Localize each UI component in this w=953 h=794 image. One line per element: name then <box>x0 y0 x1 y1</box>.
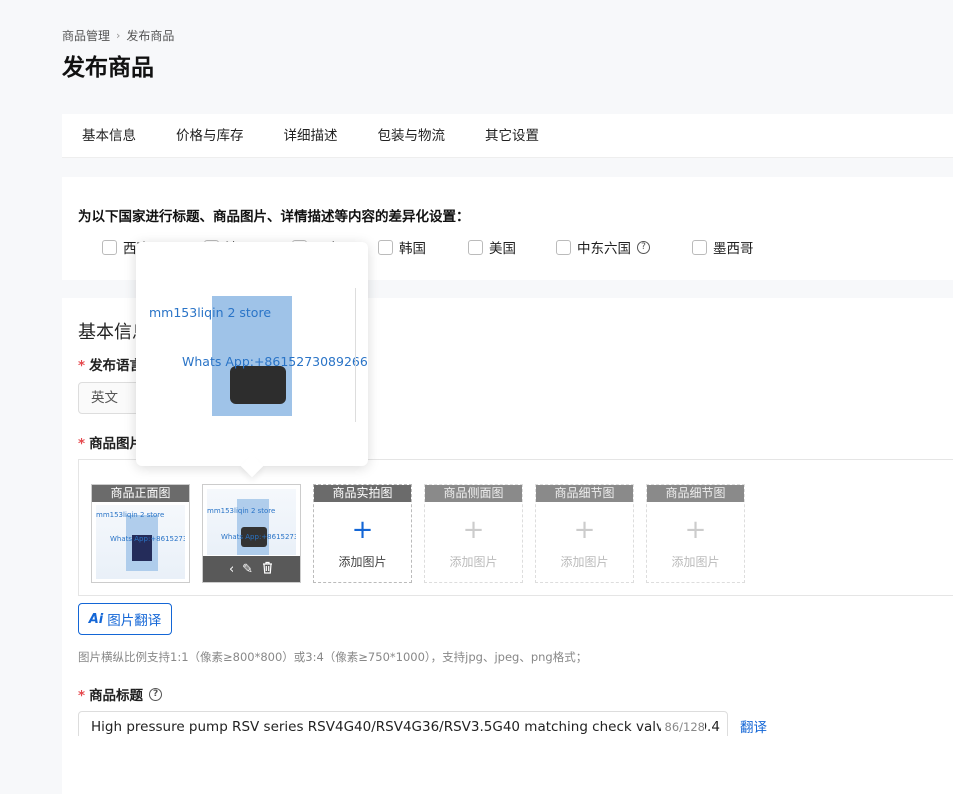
checkbox[interactable] <box>692 239 707 255</box>
image-hover-toolbar: ‹ ✎ <box>203 556 300 582</box>
page-title: 发布商品 <box>62 55 154 81</box>
language-label: * 发布语言 <box>78 358 144 374</box>
add-image-text: 添加图片 <box>560 555 609 569</box>
image-preview-popover: mm153liqin 2 store Whats App:+8615273089… <box>136 242 368 466</box>
add-image-text: 添加图片 <box>671 555 720 569</box>
image-hint: 图片横纵比例支持1:1（像素≥800*800）或3:4（像素≥750*1000）… <box>78 650 588 664</box>
slot-label: 商品侧面图 <box>425 485 522 502</box>
bottom-panel <box>62 736 953 794</box>
country-option-middle-east[interactable]: 中东六国? <box>556 237 650 257</box>
slot-label: 商品实拍图 <box>314 485 411 502</box>
breadcrumb: 商品管理 › 发布商品 <box>62 27 174 44</box>
plus-icon: + <box>351 515 374 545</box>
chevron-left-icon[interactable]: ‹ <box>229 562 234 577</box>
slot-label: 商品细节图 <box>536 485 633 502</box>
image-slot-side[interactable]: 商品侧面图 + 添加图片 <box>424 484 523 583</box>
tab-packaging[interactable]: 包装与物流 <box>358 114 466 158</box>
image-slot-second[interactable]: mm153liqin 2 store Whats App:+8615273089… <box>202 484 301 583</box>
country-option-usa[interactable]: 美国 <box>468 237 516 257</box>
country-option-korea[interactable]: 韩国 <box>378 237 426 257</box>
image-slot-front[interactable]: 商品正面图 mm153liqin 2 store Whats App:+8615… <box>91 484 190 583</box>
images-label: * 商品图片 <box>78 436 144 452</box>
watermark-text: mm153liqin 2 store <box>96 511 165 519</box>
ai-icon: Ai <box>88 611 104 627</box>
help-icon[interactable]: ? <box>637 240 650 254</box>
checkbox[interactable] <box>378 239 393 255</box>
image-preview: mm153liqin 2 store Whats App:+8615273089… <box>148 288 368 422</box>
plus-icon: + <box>684 515 707 545</box>
product-thumbnail: mm153liqin 2 store Whats App:+8615273089… <box>96 505 185 579</box>
product-thumbnail: mm153liqin 2 store Whats App:+8615273089… <box>207 489 296 555</box>
watermark-text: Whats App:+8615273089266 <box>221 533 296 541</box>
image-slot-actual[interactable]: 商品实拍图 + 添加图片 <box>313 484 412 583</box>
checkbox[interactable] <box>468 239 483 255</box>
watermark-text: Whats App:+8615273089266 <box>110 535 185 543</box>
add-image-text: 添加图片 <box>338 555 387 569</box>
add-image-text: 添加图片 <box>449 555 498 569</box>
tab-basic-info[interactable]: 基本信息 <box>62 114 156 158</box>
required-mark: * <box>78 436 86 452</box>
plus-icon: + <box>573 515 596 545</box>
country-option-mexico[interactable]: 墨西哥 <box>692 237 754 257</box>
image-slot-detail-2[interactable]: 商品细节图 + 添加图片 <box>646 484 745 583</box>
country-settings-title: 为以下国家进行标题、商品图片、详情描述等内容的差异化设置： <box>78 209 470 225</box>
plus-icon: + <box>462 515 485 545</box>
breadcrumb-current: 发布商品 <box>126 29 175 43</box>
tab-price-stock[interactable]: 价格与库存 <box>156 114 264 158</box>
slot-label: 商品正面图 <box>92 485 189 502</box>
title-label: * 商品标题 ? <box>78 684 163 704</box>
checkbox[interactable] <box>102 239 117 255</box>
tab-other-settings[interactable]: 其它设置 <box>465 114 559 158</box>
watermark-text: mm153liqin 2 store <box>207 507 276 515</box>
image-upload-area: 商品正面图 mm153liqin 2 store Whats App:+8615… <box>78 459 953 596</box>
image-slot-detail-1[interactable]: 商品细节图 + 添加图片 <box>535 484 634 583</box>
required-mark: * <box>78 688 86 704</box>
required-mark: * <box>78 358 86 374</box>
translate-link[interactable]: 翻译 <box>740 716 767 736</box>
slot-label: 商品细节图 <box>647 485 744 502</box>
breadcrumb-parent-link[interactable]: 商品管理 <box>62 27 110 44</box>
trash-icon[interactable] <box>261 561 274 578</box>
watermark-text: Whats App:+8615273089266 <box>182 354 368 369</box>
image-translate-button[interactable]: Ai 图片翻译 <box>78 603 172 635</box>
watermark-text: mm153liqin 2 store <box>149 305 272 320</box>
help-icon[interactable]: ? <box>149 687 163 701</box>
tab-description[interactable]: 详细描述 <box>264 114 358 158</box>
checkbox[interactable] <box>556 239 571 255</box>
breadcrumb-separator-icon: › <box>116 29 121 42</box>
section-tabs: 基本信息 价格与库存 详细描述 包装与物流 其它设置 <box>62 114 953 158</box>
edit-icon[interactable]: ✎ <box>242 562 253 577</box>
